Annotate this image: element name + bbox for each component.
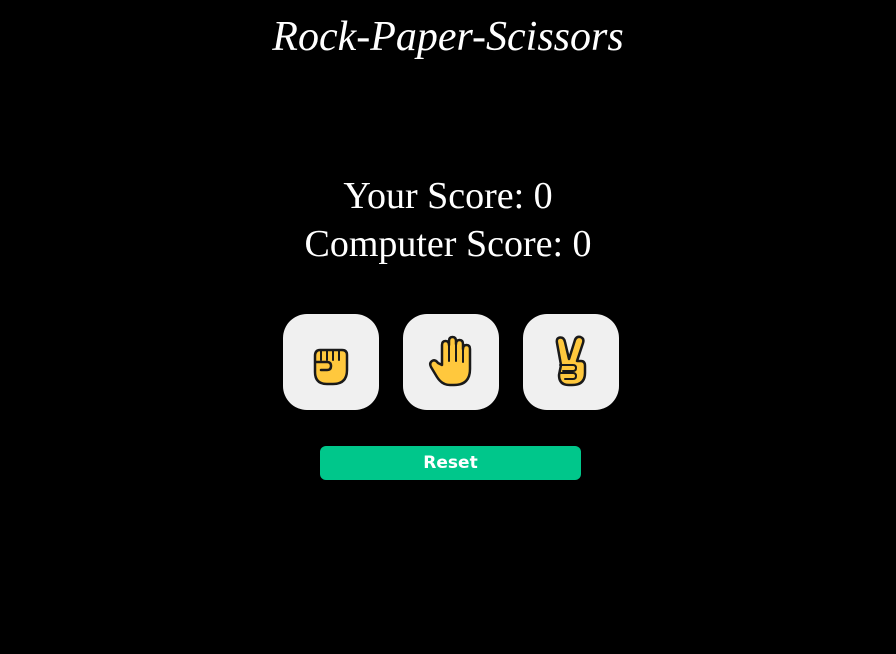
reset-button[interactable]: Reset — [320, 446, 581, 480]
raised-fist-icon — [309, 336, 353, 388]
rock-button[interactable] — [283, 314, 379, 410]
game-page: Rock-Paper-Scissors Your Score: 0 Comput… — [0, 0, 896, 654]
victory-hand-icon — [551, 335, 591, 389]
page-title: Rock-Paper-Scissors — [272, 14, 624, 60]
computer-score: Computer Score: 0 — [304, 223, 592, 265]
scissors-button[interactable] — [523, 314, 619, 410]
choice-buttons — [283, 314, 619, 410]
paper-button[interactable] — [403, 314, 499, 410]
scoreboard: Your Score: 0 Computer Score: 0 — [0, 172, 896, 268]
player-score: Your Score: 0 — [343, 175, 553, 217]
raised-hand-icon — [428, 335, 474, 389]
